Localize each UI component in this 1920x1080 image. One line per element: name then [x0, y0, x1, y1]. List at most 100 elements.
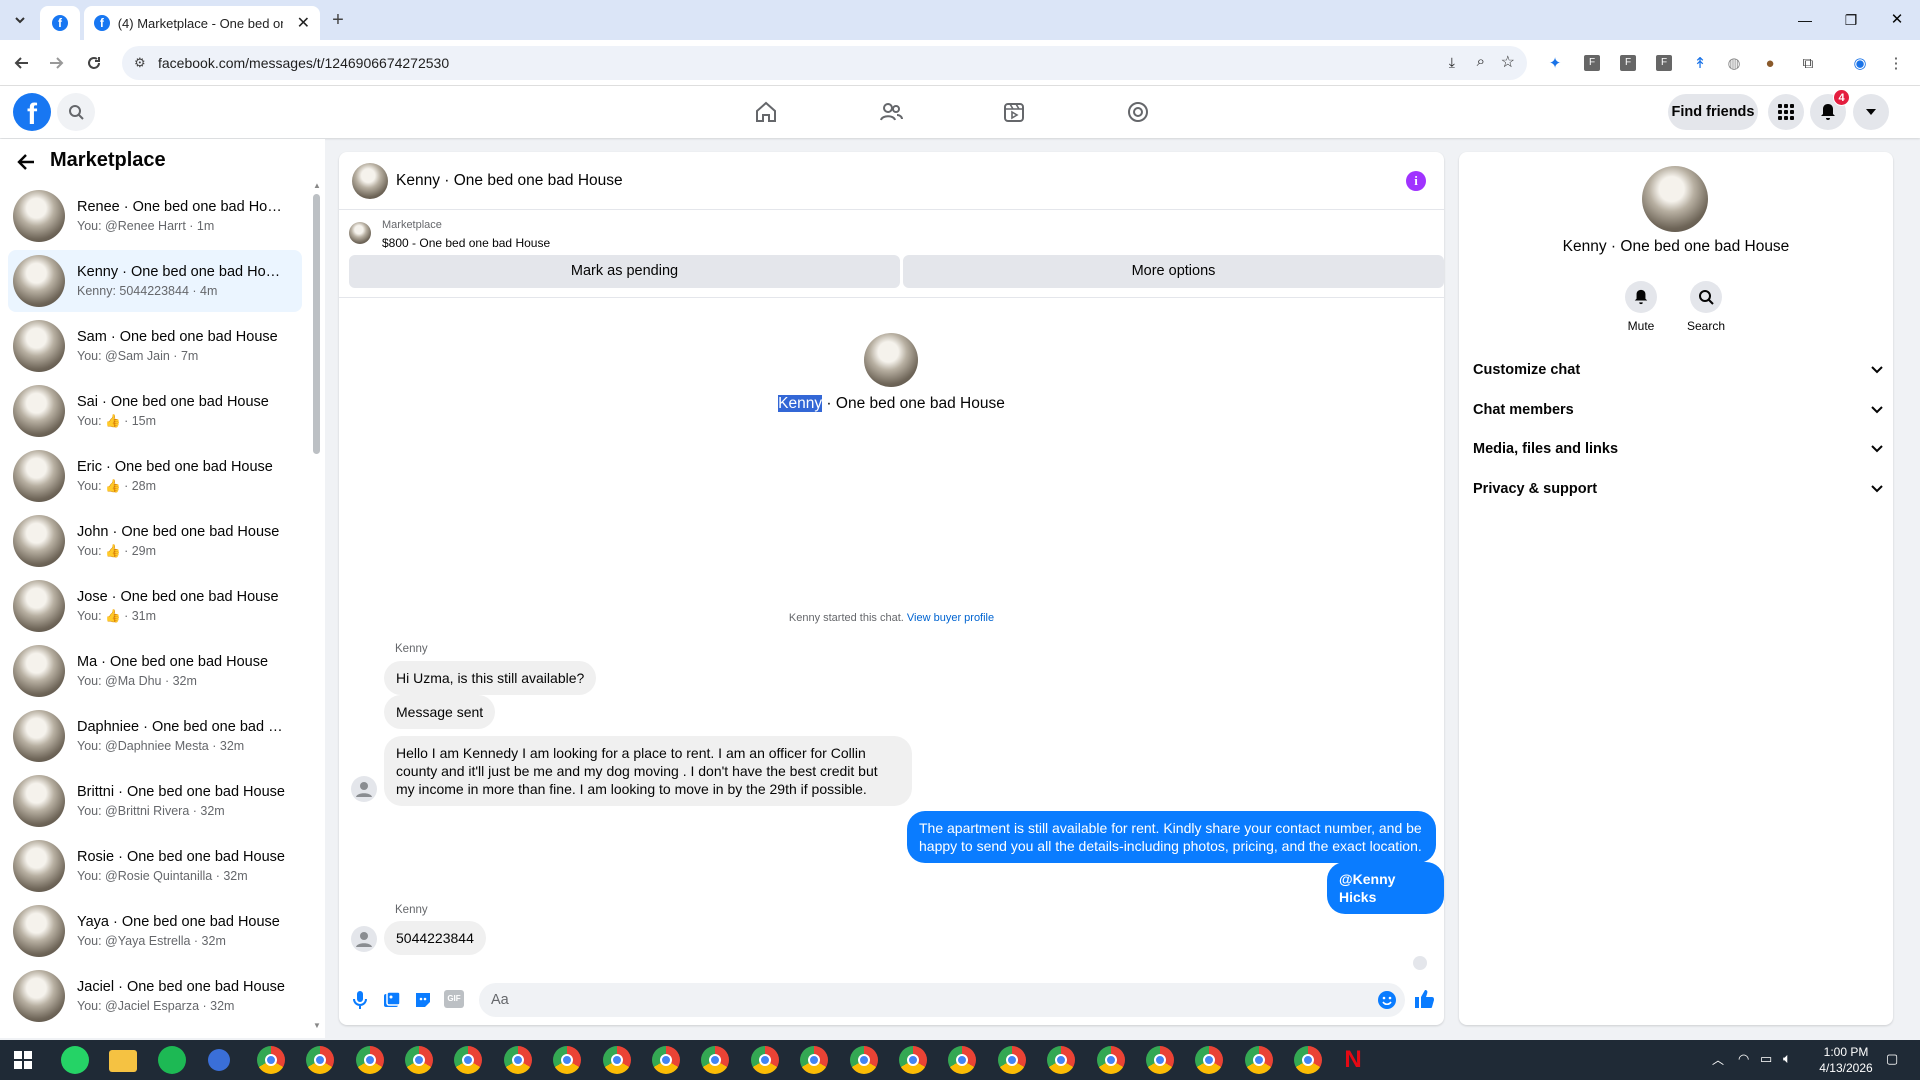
battery-icon[interactable]: ▭	[1760, 1051, 1772, 1067]
chrome-icon[interactable]	[800, 1046, 828, 1074]
browser-menu-icon[interactable]: ⋮	[1884, 51, 1908, 75]
chrome-icon[interactable]	[1047, 1046, 1075, 1074]
conversation-item[interactable]: Sai · One bed one bad House You: 👍 · 15m	[8, 380, 302, 442]
forward-icon[interactable]	[44, 51, 68, 75]
intro-avatar[interactable]	[864, 333, 918, 387]
tray-chevron-icon[interactable]: ︿	[1712, 1051, 1724, 1068]
details-avatar[interactable]	[1642, 166, 1708, 232]
extension-f-icon[interactable]: F	[1616, 51, 1640, 75]
mark-pending-button[interactable]: Mark as pending	[349, 255, 900, 288]
chrome-icon[interactable]	[1245, 1046, 1273, 1074]
chat-title[interactable]: Kenny · One bed one bad House	[396, 172, 623, 190]
chrome-icon[interactable]	[553, 1046, 581, 1074]
taskbar-clock[interactable]: 1:00 PM 4/13/2026	[1806, 1044, 1886, 1076]
scroll-down-icon[interactable]: ▼	[313, 1021, 321, 1030]
nav-home[interactable]	[752, 98, 780, 126]
message-bubble-incoming[interactable]: Hello I am Kennedy I am looking for a pl…	[384, 736, 912, 806]
conversation-item[interactable]: Sam · One bed one bad House You: @Sam Jai…	[8, 315, 302, 377]
conversation-item[interactable]: Jose · One bed one bad House You: 👍 · 31m	[8, 575, 302, 637]
gif-icon[interactable]: GIF	[444, 990, 464, 1008]
mute-button[interactable]	[1625, 281, 1657, 313]
more-options-button[interactable]: More options	[903, 255, 1444, 288]
nav-friends[interactable]	[877, 98, 905, 126]
nav-gaming[interactable]	[1124, 98, 1152, 126]
chrome-icon[interactable]	[948, 1046, 976, 1074]
back-icon[interactable]	[10, 51, 34, 75]
tab-search-icon[interactable]	[8, 8, 32, 32]
volume-icon[interactable]: 🔈︎	[1783, 1050, 1791, 1067]
spotify-icon[interactable]	[158, 1046, 186, 1074]
conversation-item[interactable]: Jaciel · One bed one bad House You: @Jaci…	[8, 965, 302, 1027]
conversation-item[interactable]: Yaya · One bed one bad House You: @Yaya E…	[8, 900, 302, 962]
chrome-icon[interactable]	[751, 1046, 779, 1074]
menu-button[interactable]	[1768, 94, 1804, 130]
conversation-item[interactable]: Ma · One bed one bad House You: @Ma Dhu ·…	[8, 640, 302, 702]
chrome-icon[interactable]	[454, 1046, 482, 1074]
zoom-icon[interactable]: ⌕	[1477, 53, 1485, 70]
view-buyer-profile-link[interactable]: View buyer profile	[907, 612, 994, 624]
chrome-icon[interactable]	[701, 1046, 729, 1074]
chrome-icon[interactable]	[603, 1046, 631, 1074]
back-arrow-icon[interactable]	[16, 152, 36, 172]
chrome-icon[interactable]	[850, 1046, 878, 1074]
extension-cookie-icon[interactable]: ●	[1758, 51, 1782, 75]
scrollbar-track[interactable]: ▲ ▼	[313, 181, 321, 1031]
conversation-item[interactable]: Brittni · One bed one bad House You: @Bri…	[8, 770, 302, 832]
conversation-item[interactable]: Rosie · One bed one bad House You: @Rosie…	[8, 835, 302, 897]
chrome-icon[interactable]	[1294, 1046, 1322, 1074]
chrome-icon[interactable]	[257, 1046, 285, 1074]
chrome-icon[interactable]	[998, 1046, 1026, 1074]
details-section[interactable]: Customize chat	[1473, 352, 1883, 388]
chrome-icon[interactable]	[504, 1046, 532, 1074]
install-icon[interactable]: ⤓	[1449, 54, 1455, 71]
nav-video[interactable]	[1000, 98, 1028, 126]
emoji-icon[interactable]	[1377, 990, 1397, 1010]
extension-globe-icon[interactable]: ◍	[1722, 51, 1746, 75]
chrome-icon[interactable]	[1146, 1046, 1174, 1074]
listing-price[interactable]: $800 - One bed one bad House	[382, 236, 550, 250]
chrome-icon[interactable]	[652, 1046, 680, 1074]
chrome-icon[interactable]	[1097, 1046, 1125, 1074]
message-bubble-outgoing[interactable]: The apartment is still available for ren…	[907, 811, 1436, 863]
extension-f-icon[interactable]: F	[1580, 51, 1604, 75]
chat-info-button[interactable]: i	[1406, 171, 1426, 191]
conversation-item[interactable]: Eric · One bed one bad House You: 👍 · 28m	[8, 445, 302, 507]
bookmark-star-icon[interactable]: ☆	[1501, 52, 1515, 72]
voice-clip-icon[interactable]	[351, 990, 369, 1010]
like-button[interactable]	[1413, 988, 1435, 1010]
chrome-icon[interactable]	[1195, 1046, 1223, 1074]
details-section[interactable]: Privacy & support	[1473, 471, 1883, 507]
file-explorer-icon[interactable]	[109, 1050, 137, 1072]
chrome-icon[interactable]	[899, 1046, 927, 1074]
attach-photo-icon[interactable]	[382, 990, 402, 1010]
start-icon[interactable]	[14, 1051, 32, 1069]
conversation-item[interactable]: John · One bed one bad House You: 👍 · 29m	[8, 510, 302, 572]
search-in-chat-button[interactable]	[1690, 281, 1722, 313]
restore-icon[interactable]: ❐	[1828, 0, 1874, 40]
conversation-item[interactable]: Kenny · One bed one bad House Kenny: 5044…	[8, 250, 302, 312]
pinned-tab-facebook[interactable]: f	[40, 6, 80, 40]
close-tab-icon[interactable]: ✕	[297, 13, 310, 33]
wifi-icon[interactable]: ◠	[1738, 1051, 1749, 1067]
extension-puzzle-icon[interactable]: ✦	[1543, 51, 1567, 75]
message-input[interactable]: Aa	[479, 983, 1405, 1017]
address-bar[interactable]: ⚙ facebook.com/messages/t/12469066742725…	[122, 46, 1527, 80]
chrome-icon[interactable]	[306, 1046, 334, 1074]
listing-thumbnail[interactable]	[349, 222, 371, 244]
message-bubble-incoming[interactable]: Message sent	[384, 695, 496, 729]
chrome-icon[interactable]	[356, 1046, 384, 1074]
chrome-icon[interactable]	[405, 1046, 433, 1074]
account-button[interactable]	[1853, 94, 1889, 130]
netflix-icon[interactable]: N	[1339, 1046, 1367, 1074]
close-window-icon[interactable]: ✕	[1874, 0, 1920, 40]
conversation-item[interactable]: Daphniee · One bed one bad House You: @Da…	[8, 705, 302, 767]
app-m-icon[interactable]	[208, 1049, 230, 1071]
message-bubble-outgoing[interactable]: @Kenny Hicks	[1327, 862, 1444, 914]
message-bubble-incoming[interactable]: 5044223844	[384, 921, 486, 955]
notification-center-icon[interactable]: ▢	[1886, 1051, 1898, 1067]
chat-avatar[interactable]	[352, 163, 388, 199]
scroll-up-icon[interactable]: ▲	[313, 181, 321, 190]
sticker-icon[interactable]	[413, 990, 433, 1010]
details-section[interactable]: Media, files and links	[1473, 431, 1883, 467]
extensions-menu-icon[interactable]: ⧉	[1796, 51, 1820, 75]
